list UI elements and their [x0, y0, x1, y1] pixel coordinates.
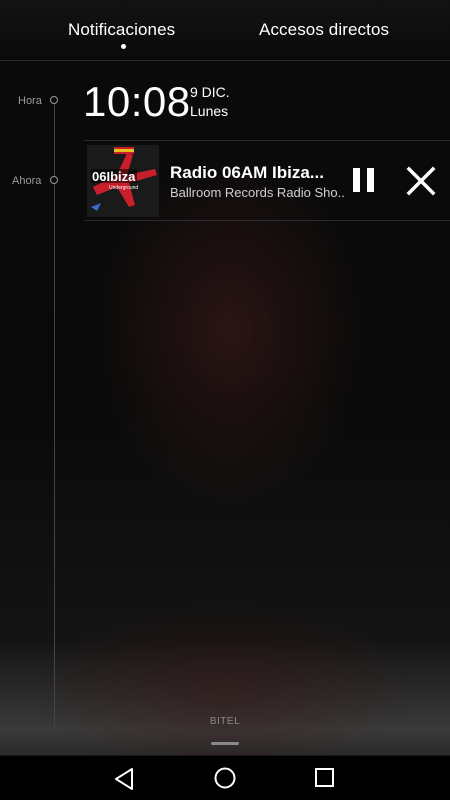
shade-tabs: Notificaciones Accesos directos	[0, 0, 450, 60]
album-art: 06Ibiza Underground	[87, 145, 159, 217]
pause-icon	[353, 168, 374, 192]
timeline-ahora-label: Ahora	[12, 175, 42, 187]
art-logo-subtext: Underground	[109, 185, 138, 191]
close-icon	[406, 166, 436, 196]
navigation-bar	[0, 756, 450, 800]
timeline-line	[54, 101, 55, 731]
recent-apps-icon	[315, 768, 334, 787]
close-button[interactable]	[404, 164, 438, 198]
tabs-divider	[0, 60, 450, 61]
date-day: 9 DIC.	[190, 84, 230, 100]
home-button[interactable]	[210, 764, 240, 794]
art-logo-text: 06Ibiza	[92, 169, 136, 184]
tab-accesos-directos[interactable]: Accesos directos	[259, 20, 389, 40]
notification-divider-top	[84, 140, 450, 141]
notification-subtitle: Ballroom Records Radio Sho..	[170, 185, 345, 200]
pause-button[interactable]	[348, 164, 380, 196]
date-weekday: Lunes	[190, 103, 229, 119]
radio-logo-icon: 06Ibiza Underground	[87, 145, 159, 217]
carrier-label: BITEL	[209, 716, 241, 727]
notification-divider-bottom	[84, 220, 450, 221]
shade-drag-handle[interactable]	[211, 742, 239, 745]
timeline-hora-dot	[50, 96, 58, 104]
recent-apps-button[interactable]	[310, 764, 340, 794]
timeline-hora-label: Hora	[18, 95, 42, 107]
notification-title: Radio 06AM Ibiza...	[170, 163, 324, 182]
clock-date: 9 DIC. Lunes	[190, 83, 230, 121]
clock-time: 10:08	[83, 78, 191, 125]
tab-notificaciones[interactable]: Notificaciones	[68, 20, 175, 40]
home-icon	[214, 767, 236, 789]
back-button[interactable]	[110, 764, 140, 794]
active-tab-indicator	[121, 44, 126, 49]
back-icon	[115, 768, 133, 790]
timeline-ahora-dot	[50, 176, 58, 184]
